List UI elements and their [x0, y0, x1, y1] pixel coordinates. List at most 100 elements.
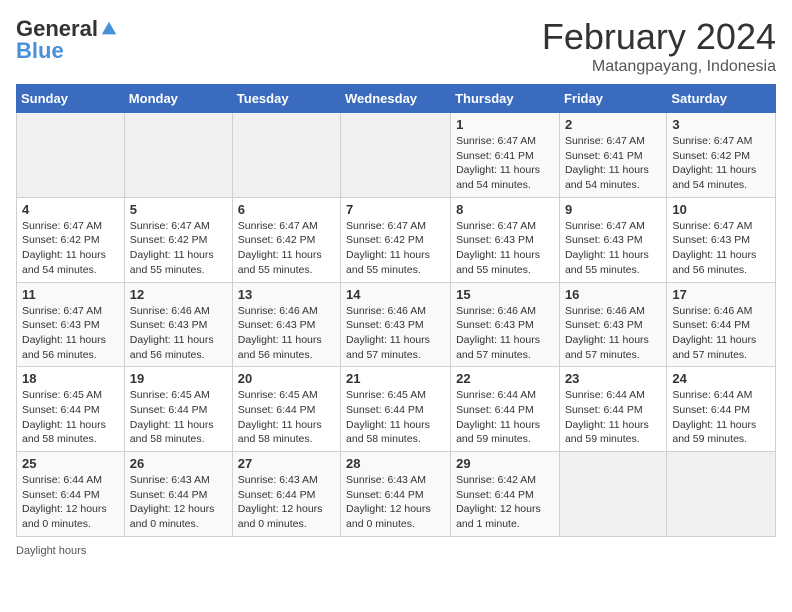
logo: General Blue: [16, 16, 118, 64]
calendar-week-row: 1 Sunrise: 6:47 AM Sunset: 6:41 PM Daylig…: [17, 113, 776, 198]
day-info: Sunrise: 6:47 AM Sunset: 6:43 PM Dayligh…: [22, 304, 119, 363]
calendar-cell: 3 Sunrise: 6:47 AM Sunset: 6:42 PM Daylig…: [667, 113, 776, 198]
calendar-cell: 23Sunrise: 6:44 AM Sunset: 6:44 PM Dayli…: [559, 367, 666, 452]
calendar-cell: 29 Sunrise: 6:42 AM Sunset: 6:44 PM Dayli…: [451, 452, 560, 537]
header-monday: Monday: [124, 85, 232, 113]
day-number: 7: [346, 202, 445, 217]
location-title: Matangpayang, Indonesia: [542, 58, 776, 76]
calendar-cell: [232, 113, 340, 198]
calendar-cell: 26 Sunrise: 6:43 AM Sunset: 6:44 PM Dayli…: [124, 452, 232, 537]
calendar-cell: 5 Sunrise: 6:47 AM Sunset: 6:42 PM Daylig…: [124, 197, 232, 282]
day-number: 27: [238, 456, 335, 471]
day-number: 10: [672, 202, 770, 217]
day-number: 15: [456, 287, 554, 302]
footer: Daylight hours: [16, 545, 776, 557]
day-number: 9: [565, 202, 661, 217]
day-number: 8: [456, 202, 554, 217]
day-info: Sunrise: 6:44 AM Sunset: 6:44 PM Dayligh…: [672, 388, 770, 447]
day-info: Sunrise: 6:44 AM Sunset: 6:44 PM Dayligh…: [22, 473, 119, 532]
calendar-cell: 7Sunrise: 6:47 AM Sunset: 6:42 PM Daylig…: [341, 197, 451, 282]
calendar-cell: [341, 113, 451, 198]
day-info: Sunrise: 6:46 AM Sunset: 6:44 PM Dayligh…: [672, 304, 770, 363]
page-header: General Blue February 2024 Matangpayang,…: [16, 16, 776, 76]
day-number: 5: [130, 202, 227, 217]
calendar-cell: 9 Sunrise: 6:47 AM Sunset: 6:43 PM Daylig…: [559, 197, 666, 282]
day-number: 13: [238, 287, 335, 302]
day-info: Sunrise: 6:47 AM Sunset: 6:42 PM Dayligh…: [238, 219, 335, 278]
calendar-cell: 19 Sunrise: 6:45 AM Sunset: 6:44 PM Dayli…: [124, 367, 232, 452]
day-info: Sunrise: 6:47 AM Sunset: 6:43 PM Dayligh…: [456, 219, 554, 278]
header-friday: Friday: [559, 85, 666, 113]
calendar-cell: [667, 452, 776, 537]
calendar-cell: 8 Sunrise: 6:47 AM Sunset: 6:43 PM Daylig…: [451, 197, 560, 282]
day-number: 3: [672, 117, 770, 132]
title-block: February 2024 Matangpayang, Indonesia: [542, 16, 776, 76]
calendar-cell: 22 Sunrise: 6:44 AM Sunset: 6:44 PM Dayli…: [451, 367, 560, 452]
day-number: 24: [672, 371, 770, 386]
calendar-cell: 2 Sunrise: 6:47 AM Sunset: 6:41 PM Daylig…: [559, 113, 666, 198]
day-number: 11: [22, 287, 119, 302]
calendar-cell: 16 Sunrise: 6:46 AM Sunset: 6:43 PM Dayli…: [559, 282, 666, 367]
day-number: 1: [456, 117, 554, 132]
calendar-table: SundayMondayTuesdayWednesdayThursdayFrid…: [16, 84, 776, 537]
day-number: 21: [346, 371, 445, 386]
calendar-cell: 25 Sunrise: 6:44 AM Sunset: 6:44 PM Dayli…: [17, 452, 125, 537]
day-info: Sunrise: 6:47 AM Sunset: 6:42 PM Dayligh…: [672, 134, 770, 193]
calendar-cell: 21Sunrise: 6:45 AM Sunset: 6:44 PM Dayli…: [341, 367, 451, 452]
day-info: Sunrise: 6:45 AM Sunset: 6:44 PM Dayligh…: [22, 388, 119, 447]
calendar-cell: 10 Sunrise: 6:47 AM Sunset: 6:43 PM Dayli…: [667, 197, 776, 282]
calendar-week-row: 4Sunrise: 6:47 AM Sunset: 6:42 PM Daylig…: [17, 197, 776, 282]
day-number: 18: [22, 371, 119, 386]
calendar-cell: 14 Sunrise: 6:46 AM Sunset: 6:43 PM Dayli…: [341, 282, 451, 367]
calendar-cell: 20 Sunrise: 6:45 AM Sunset: 6:44 PM Dayli…: [232, 367, 340, 452]
calendar-cell: 12Sunrise: 6:46 AM Sunset: 6:43 PM Dayli…: [124, 282, 232, 367]
day-number: 6: [238, 202, 335, 217]
day-number: 22: [456, 371, 554, 386]
day-info: Sunrise: 6:43 AM Sunset: 6:44 PM Dayligh…: [130, 473, 227, 532]
day-number: 17: [672, 287, 770, 302]
calendar-cell: [559, 452, 666, 537]
day-info: Sunrise: 6:47 AM Sunset: 6:42 PM Dayligh…: [130, 219, 227, 278]
day-number: 16: [565, 287, 661, 302]
day-number: 26: [130, 456, 227, 471]
logo-blue: Blue: [16, 38, 64, 64]
month-title: February 2024: [542, 16, 776, 58]
day-info: Sunrise: 6:46 AM Sunset: 6:43 PM Dayligh…: [456, 304, 554, 363]
calendar-cell: 4Sunrise: 6:47 AM Sunset: 6:42 PM Daylig…: [17, 197, 125, 282]
day-info: Sunrise: 6:47 AM Sunset: 6:43 PM Dayligh…: [672, 219, 770, 278]
day-info: Sunrise: 6:47 AM Sunset: 6:41 PM Dayligh…: [565, 134, 661, 193]
header-tuesday: Tuesday: [232, 85, 340, 113]
day-info: Sunrise: 6:45 AM Sunset: 6:44 PM Dayligh…: [130, 388, 227, 447]
day-number: 12: [130, 287, 227, 302]
day-number: 25: [22, 456, 119, 471]
day-info: Sunrise: 6:46 AM Sunset: 6:43 PM Dayligh…: [565, 304, 661, 363]
day-number: 29: [456, 456, 554, 471]
calendar-cell: 1 Sunrise: 6:47 AM Sunset: 6:41 PM Daylig…: [451, 113, 560, 198]
calendar-week-row: 18 Sunrise: 6:45 AM Sunset: 6:44 PM Dayli…: [17, 367, 776, 452]
day-info: Sunrise: 6:42 AM Sunset: 6:44 PM Dayligh…: [456, 473, 554, 532]
day-info: Sunrise: 6:45 AM Sunset: 6:44 PM Dayligh…: [238, 388, 335, 447]
day-number: 20: [238, 371, 335, 386]
calendar-cell: 28Sunrise: 6:43 AM Sunset: 6:44 PM Dayli…: [341, 452, 451, 537]
header-sunday: Sunday: [17, 85, 125, 113]
calendar-cell: [124, 113, 232, 198]
daylight-hours-label: Daylight hours: [16, 545, 86, 557]
day-info: Sunrise: 6:44 AM Sunset: 6:44 PM Dayligh…: [456, 388, 554, 447]
day-info: Sunrise: 6:46 AM Sunset: 6:43 PM Dayligh…: [346, 304, 445, 363]
day-number: 2: [565, 117, 661, 132]
calendar-cell: [17, 113, 125, 198]
calendar-cell: 13Sunrise: 6:46 AM Sunset: 6:43 PM Dayli…: [232, 282, 340, 367]
day-info: Sunrise: 6:43 AM Sunset: 6:44 PM Dayligh…: [238, 473, 335, 532]
day-info: Sunrise: 6:47 AM Sunset: 6:41 PM Dayligh…: [456, 134, 554, 193]
day-number: 19: [130, 371, 227, 386]
calendar-cell: 6 Sunrise: 6:47 AM Sunset: 6:42 PM Daylig…: [232, 197, 340, 282]
day-info: Sunrise: 6:47 AM Sunset: 6:43 PM Dayligh…: [565, 219, 661, 278]
header-wednesday: Wednesday: [341, 85, 451, 113]
day-number: 14: [346, 287, 445, 302]
header-thursday: Thursday: [451, 85, 560, 113]
day-info: Sunrise: 6:43 AM Sunset: 6:44 PM Dayligh…: [346, 473, 445, 532]
day-info: Sunrise: 6:44 AM Sunset: 6:44 PM Dayligh…: [565, 388, 661, 447]
calendar-header-row: SundayMondayTuesdayWednesdayThursdayFrid…: [17, 85, 776, 113]
calendar-cell: 24 Sunrise: 6:44 AM Sunset: 6:44 PM Dayli…: [667, 367, 776, 452]
calendar-cell: 18 Sunrise: 6:45 AM Sunset: 6:44 PM Dayli…: [17, 367, 125, 452]
